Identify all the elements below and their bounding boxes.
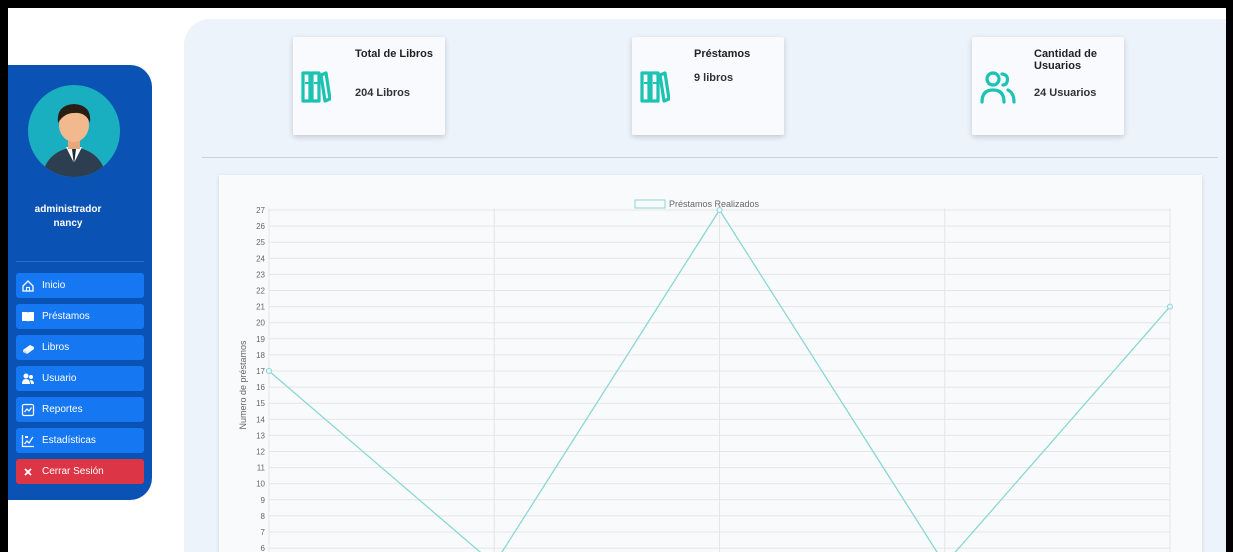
chart-card: 27 26 25 24 23 22 21 20 19 18 17 16 15 14 13 12 11 10 9 8 7 6… — [219, 175, 1202, 552]
sidebar-item-inicio[interactable]: Inicio — [16, 273, 144, 298]
books-icon — [20, 340, 36, 356]
data-point[interactable] — [1167, 303, 1173, 310]
main-content: Total de Libros 204 Libros Préstamos 9 l… — [184, 19, 1226, 552]
sidebar-item-label: Préstamos — [42, 311, 90, 322]
close-icon — [20, 464, 36, 480]
card-title: Total de Libros — [355, 48, 434, 60]
sidebar-divider — [16, 261, 144, 262]
data-point[interactable] — [716, 207, 723, 213]
stats-icon — [20, 433, 36, 449]
users-icon — [980, 69, 1016, 105]
y-tick-label: 22 — [256, 287, 265, 296]
sidebar-item-prestamos[interactable]: Préstamos — [16, 304, 144, 329]
y-tick-label: 26 — [256, 222, 265, 231]
card-value: 9 libros — [694, 72, 734, 84]
card-usuarios: Cantidad de Usuarios 24 Usuarios — [972, 37, 1124, 135]
data-point[interactable] — [266, 368, 272, 374]
sidebar-item-label: Usuario — [42, 373, 77, 384]
y-tick-label: 14 — [256, 415, 265, 424]
y-tick-label: 12 — [256, 448, 265, 457]
sidebar-item-usuario[interactable]: Usuario — [16, 366, 144, 391]
sidebar-item-label: Libros — [42, 342, 70, 353]
book-open-icon — [20, 309, 36, 325]
user-name: administrador nancy — [8, 203, 128, 231]
y-tick-label: 15 — [256, 399, 265, 408]
y-tick-label: 9 — [261, 496, 266, 505]
card-value: 24 Usuarios — [1034, 87, 1097, 99]
y-tick-label: 16 — [256, 383, 265, 392]
y-tick-label: 11 — [257, 464, 266, 473]
y-tick-label: 24 — [256, 254, 265, 263]
logout-label: Cerrar Sesión — [42, 466, 104, 477]
legend-swatch — [634, 199, 666, 209]
y-tick-label: 13 — [256, 431, 265, 440]
users-icon — [20, 371, 36, 387]
card-title: Cantidad de Usuarios — [1034, 48, 1097, 72]
legend-label[interactable]: Préstamos Realizados — [669, 199, 760, 209]
sidebar-item-reportes[interactable]: Reportes — [16, 397, 144, 422]
y-tick-label: 6 — [261, 544, 266, 552]
sidebar-menu: Inicio Préstamos Libros Usuario Reportes… — [16, 273, 144, 490]
y-axis-label: Numero de préstamos — [238, 340, 248, 430]
y-tick-label: 17 — [256, 367, 265, 376]
sidebar-item-label: Reportes — [42, 404, 83, 415]
y-tick-label: 21 — [256, 303, 265, 312]
report-icon — [20, 402, 36, 418]
card-total-libros: Total de Libros 204 Libros — [293, 37, 445, 135]
y-tick-label: 27 — [256, 206, 265, 215]
books-icon — [640, 69, 671, 105]
sidebar: administrador nancy Inicio Préstamos Lib… — [8, 65, 152, 500]
y-tick-label: 19 — [256, 335, 265, 344]
avatar — [28, 85, 120, 177]
sidebar-item-libros[interactable]: Libros — [16, 335, 144, 360]
house-icon — [20, 278, 36, 294]
card-title: Préstamos — [694, 48, 751, 60]
y-tick-label: 25 — [256, 238, 265, 247]
sidebar-item-label: Inicio — [42, 280, 66, 291]
sidebar-item-estadisticas[interactable]: Estadísticas — [16, 428, 144, 453]
logout-button[interactable]: Cerrar Sesión — [16, 459, 144, 484]
loans-chart: 27 26 25 24 23 22 21 20 19 18 17 16 15 14 13 12 11 10 9 8 7 6… — [238, 199, 1173, 552]
section-divider — [202, 157, 1218, 158]
user-login: nancy — [53, 218, 83, 229]
app-window: administrador nancy Inicio Préstamos Lib… — [8, 8, 1226, 552]
user-role: administrador — [34, 204, 102, 215]
y-tick-label: 10 — [256, 480, 265, 489]
y-tick-label: 7 — [261, 528, 266, 537]
y-tick-label: 8 — [261, 512, 266, 521]
card-value: 204 Libros — [355, 87, 411, 99]
card-prestamos: Préstamos 9 libros — [632, 37, 784, 135]
y-tick-label: 20 — [256, 319, 265, 328]
sidebar-item-label: Estadísticas — [42, 435, 96, 446]
books-icon — [301, 69, 332, 105]
y-tick-label: 18 — [256, 351, 265, 360]
y-tick-label: 23 — [256, 270, 265, 279]
